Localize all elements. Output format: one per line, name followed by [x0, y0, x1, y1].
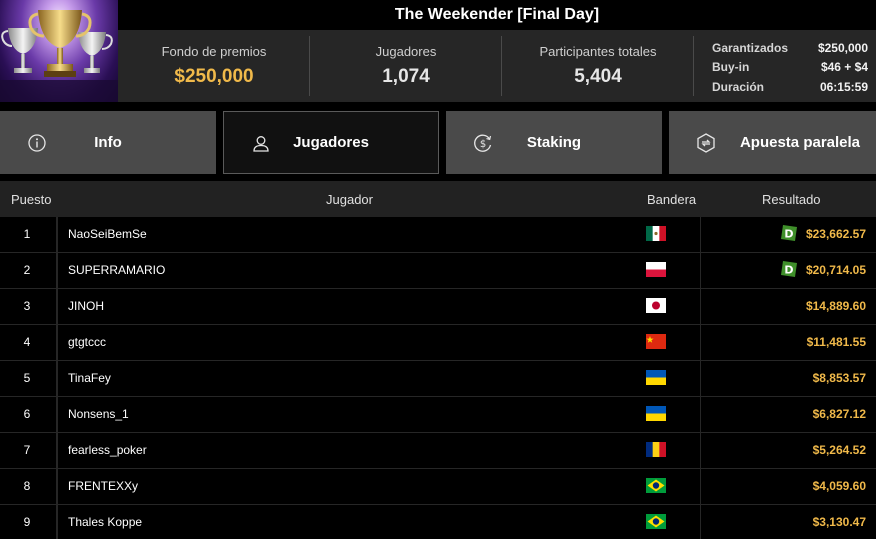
prize-pool-stat: Fondo de premios $250,000 — [118, 30, 310, 102]
tab-side-bet[interactable]: Apuesta paralela — [669, 111, 876, 174]
column-divider — [700, 433, 701, 469]
row-position: 6 — [0, 397, 57, 433]
duration-label: Duración — [712, 79, 765, 94]
brazil-flag — [646, 478, 666, 493]
guaranteed-label: Garantizados — [712, 40, 789, 55]
side-bet-icon — [697, 133, 715, 153]
entries-stat: Participantes totales 5,404 — [502, 30, 694, 102]
col-result-header: Resultado — [762, 192, 821, 207]
tab-players[interactable]: Jugadores — [223, 111, 439, 174]
tournament-details: Garantizados $250,000 Buy-in $46 + $4 Du… — [694, 30, 876, 102]
buyin-label: Buy-in — [712, 60, 750, 75]
table-row[interactable]: 6 Nonsens_1 $6,827.12 — [0, 397, 876, 433]
table-row[interactable]: 5 TinaFey $8,853.57 — [0, 361, 876, 397]
row-player-name[interactable]: TinaFey — [68, 361, 111, 395]
buyin-value: $46 + $4 — [820, 60, 868, 75]
tournament-trophy-image — [0, 0, 118, 102]
column-divider — [700, 361, 701, 397]
table-row[interactable]: 2 SUPERRAMARIO D $20,714.05 — [0, 253, 876, 289]
tournament-stats-bar: Fondo de premios $250,000 Jugadores 1,07… — [118, 30, 876, 102]
row-player-name[interactable]: NaoSeiBemSe — [68, 217, 147, 251]
col-player-header: Jugador — [326, 192, 373, 207]
row-player-name[interactable]: JINOH — [68, 289, 104, 323]
column-divider — [700, 397, 701, 433]
japan-flag — [646, 298, 666, 313]
row-position: 1 — [0, 217, 57, 253]
d-badge-icon: D — [781, 261, 797, 277]
row-position: 2 — [0, 253, 57, 289]
buyin-row: Buy-in $46 + $4 — [712, 58, 868, 78]
table-row[interactable]: 8 FRENTEXXy $4,059.60 — [0, 469, 876, 505]
row-position: 8 — [0, 469, 57, 505]
column-divider — [700, 217, 701, 253]
prize-pool-value: $250,000 — [174, 66, 254, 87]
romania-flag — [646, 442, 666, 457]
prize-pool-label: Fondo de premios — [161, 44, 267, 59]
row-prize: $14,889.60 — [805, 299, 866, 313]
row-prize: $4,059.60 — [812, 479, 866, 493]
row-prize: $8,853.57 — [812, 371, 866, 385]
guaranteed-row: Garantizados $250,000 — [712, 38, 868, 58]
china-flag — [646, 334, 666, 349]
info-icon — [28, 134, 46, 152]
row-prize: $5,264.52 — [812, 443, 866, 457]
column-divider — [700, 253, 701, 289]
guaranteed-value: $250,000 — [817, 40, 868, 55]
row-position: 3 — [0, 289, 57, 325]
entries-label: Participantes totales — [539, 44, 657, 59]
row-player-name[interactable]: Nonsens_1 — [68, 397, 129, 431]
table-row[interactable]: 1 NaoSeiBemSe D $23,662.57 — [0, 217, 876, 253]
column-divider — [700, 289, 701, 325]
row-prize: $3,130.47 — [812, 515, 866, 529]
duration-row: Duración 06:15:59 — [712, 77, 868, 97]
row-position: 5 — [0, 361, 57, 397]
poland-flag — [646, 262, 666, 277]
row-prize: $11,481.55 — [806, 335, 866, 349]
row-player-name[interactable]: fearless_poker — [68, 433, 147, 467]
svg-text:$: $ — [480, 139, 486, 150]
column-divider — [700, 469, 701, 505]
ukraine-flag — [646, 370, 666, 385]
svg-text:D: D — [784, 228, 793, 241]
mexico-flag — [646, 226, 666, 241]
col-position-header: Puesto — [11, 192, 52, 207]
row-player-name[interactable]: gtgtccc — [68, 325, 106, 359]
brazil-flag — [646, 514, 666, 529]
svg-text:D: D — [784, 264, 793, 277]
results-table-header: Puesto Jugador Bandera Resultado — [0, 181, 876, 217]
players-value: 1,074 — [382, 66, 430, 87]
ukraine-flag — [646, 406, 666, 421]
row-position: 7 — [0, 433, 57, 469]
duration-value: 06:15:59 — [819, 79, 868, 94]
row-position: 4 — [0, 325, 57, 361]
results-table-body: 1 NaoSeiBemSe D $23,662.57 2 SUPERRAMARI… — [0, 217, 876, 539]
table-row[interactable]: 3 JINOH $14,889.60 — [0, 289, 876, 325]
column-divider — [700, 325, 701, 361]
staking-coin-icon: $ — [474, 134, 492, 152]
column-divider — [700, 505, 701, 539]
row-prize: $23,662.57 — [805, 227, 866, 241]
entries-value: 5,404 — [574, 66, 622, 87]
user-icon — [253, 136, 269, 152]
row-prize: $20,714.05 — [805, 263, 866, 277]
players-stat: Jugadores 1,074 — [310, 30, 502, 102]
tab-staking[interactable]: $ Staking — [446, 111, 662, 174]
tournament-title: The Weekender [Final Day] — [118, 0, 876, 30]
row-player-name[interactable]: Thales Koppe — [68, 505, 142, 539]
tournament-tabs: Info Jugadores $ Staking Apuesta paralel… — [0, 111, 876, 174]
row-prize: $6,827.12 — [812, 407, 866, 421]
table-row[interactable]: 9 Thales Koppe $3,130.47 — [0, 505, 876, 539]
row-player-name[interactable]: SUPERRAMARIO — [68, 253, 165, 287]
row-position: 9 — [0, 505, 57, 539]
table-row[interactable]: 4 gtgtccc $11,481.55 — [0, 325, 876, 361]
players-label: Jugadores — [375, 44, 437, 59]
d-badge-icon: D — [781, 225, 797, 241]
row-player-name[interactable]: FRENTEXXy — [68, 469, 138, 503]
tab-info[interactable]: Info — [0, 111, 216, 174]
col-flag-header: Bandera — [647, 192, 697, 207]
table-row[interactable]: 7 fearless_poker $5,264.52 — [0, 433, 876, 469]
